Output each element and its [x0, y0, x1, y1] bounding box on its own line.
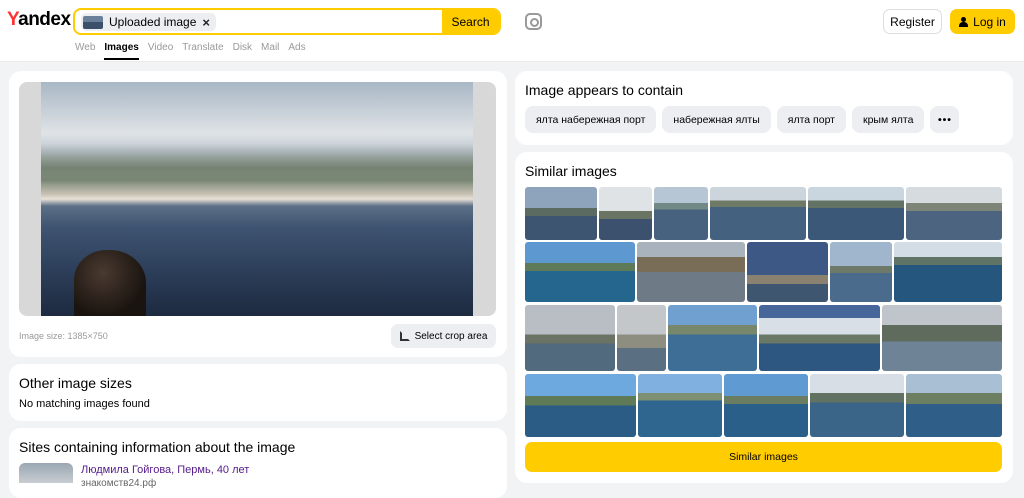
photo-swimmer — [74, 250, 146, 316]
similar-image[interactable] — [525, 305, 615, 371]
login-button[interactable]: Log in — [950, 9, 1015, 34]
similar-image[interactable] — [654, 187, 708, 240]
similar-image[interactable] — [668, 305, 757, 371]
user-icon — [959, 16, 969, 27]
tag-item[interactable]: крым ялта — [852, 106, 925, 133]
yandex-logo[interactable]: Yandex — [7, 9, 71, 31]
login-label: Log in — [973, 14, 1006, 29]
site-link[interactable]: Людмила Гойгова, Пермь, 40 лет — [81, 464, 249, 476]
similar-images-button[interactable]: Similar images — [525, 442, 1002, 472]
tab-mail[interactable]: Mail — [261, 42, 279, 60]
crop-icon — [399, 331, 410, 341]
similar-image[interactable] — [525, 187, 597, 240]
logo-rest: andex — [18, 9, 71, 30]
tab-translate[interactable]: Translate — [182, 42, 223, 60]
similar-image[interactable] — [599, 187, 652, 240]
tag-item[interactable]: ялта набережная порт — [525, 106, 657, 133]
header: Yandex Uploaded image × Search Register … — [0, 0, 1024, 62]
similar-image[interactable] — [710, 187, 806, 240]
site-thumbnail[interactable] — [19, 463, 73, 483]
sites-title: Sites containing information about the i… — [19, 439, 296, 455]
similar-image[interactable] — [894, 242, 1002, 302]
tag-item[interactable]: ялта порт — [776, 106, 846, 133]
tag-item[interactable]: набережная ялты — [662, 106, 771, 133]
similar-image[interactable] — [617, 305, 666, 371]
uploaded-image — [19, 82, 496, 316]
site-domain[interactable]: знакомств24.рф — [81, 478, 156, 489]
tab-web[interactable]: Web — [75, 42, 95, 60]
close-icon[interactable]: × — [202, 15, 210, 30]
register-button[interactable]: Register — [883, 9, 942, 34]
similar-image[interactable] — [525, 374, 636, 437]
uploaded-image-thumbnail — [83, 15, 103, 29]
similar-image[interactable] — [637, 242, 745, 302]
similar-image[interactable] — [830, 242, 892, 302]
similar-image[interactable] — [525, 242, 635, 302]
contains-title: Image appears to contain — [525, 82, 683, 98]
other-sizes-card — [9, 364, 507, 421]
search-box[interactable]: Uploaded image × Search — [73, 8, 501, 35]
chip-label: Uploaded image — [109, 15, 197, 29]
similar-image[interactable] — [808, 187, 904, 240]
tab-disk[interactable]: Disk — [233, 42, 252, 60]
similar-image[interactable] — [638, 374, 722, 437]
similar-image[interactable] — [810, 374, 904, 437]
tag-list: ялта набережная порт набережная ялты ялт… — [525, 106, 960, 133]
similar-title: Similar images — [525, 163, 617, 179]
similar-image[interactable] — [759, 305, 880, 371]
uploaded-image-chip[interactable]: Uploaded image × — [81, 13, 216, 31]
other-sizes-title: Other image sizes — [19, 375, 132, 391]
similar-image[interactable] — [906, 187, 1002, 240]
image-size-label: Image size: 1385×750 — [19, 331, 108, 341]
select-crop-area-button[interactable]: Select crop area — [391, 324, 496, 348]
crop-label: Select crop area — [414, 330, 488, 342]
camera-search-icon[interactable] — [525, 13, 542, 30]
more-tags-button[interactable]: ••• — [930, 106, 960, 133]
tab-video[interactable]: Video — [148, 42, 173, 60]
service-tabs: Web Images Video Translate Disk Mail Ads — [75, 42, 306, 60]
tab-images[interactable]: Images — [104, 42, 139, 60]
logo-y: Y — [7, 9, 19, 30]
search-button[interactable]: Search — [442, 10, 499, 33]
similar-image[interactable] — [882, 305, 1002, 371]
similar-image[interactable] — [906, 374, 1002, 437]
similar-image[interactable] — [747, 242, 828, 302]
tab-ads[interactable]: Ads — [288, 42, 305, 60]
other-sizes-message: No matching images found — [19, 398, 150, 410]
similar-image[interactable] — [724, 374, 808, 437]
photo-coastline — [41, 144, 473, 184]
